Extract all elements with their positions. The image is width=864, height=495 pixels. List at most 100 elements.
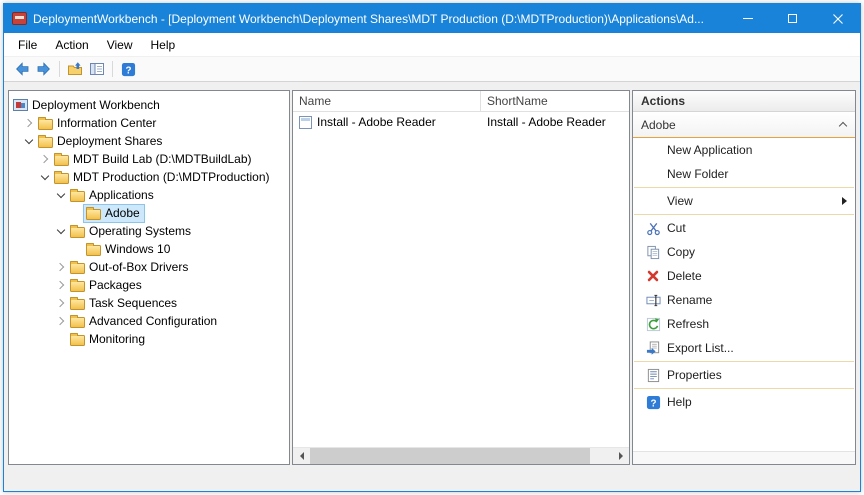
expand-expanded-icon[interactable]	[54, 186, 68, 204]
tree-item-information-center[interactable]: Information Center	[9, 114, 289, 132]
expand-expanded-icon[interactable]	[22, 132, 36, 150]
menu-help[interactable]: Help	[142, 35, 185, 55]
horizontal-scrollbar[interactable]	[293, 447, 629, 464]
folder-icon	[70, 335, 85, 346]
delete-icon	[645, 268, 661, 284]
actions-pane-title: Actions	[633, 91, 855, 112]
folder-icon	[54, 173, 69, 184]
tree-item-adobe[interactable]: Adobe	[9, 204, 289, 222]
scroll-left-icon	[300, 452, 304, 460]
expand-collapsed-icon[interactable]	[22, 114, 36, 132]
folder-icon	[70, 191, 85, 202]
folder-icon	[70, 263, 85, 274]
tree-item-label: MDT Build Lab (D:\MDTBuildLab)	[73, 152, 252, 166]
action-new-application[interactable]: New Application	[633, 138, 855, 162]
expand-collapsed-icon[interactable]	[54, 276, 68, 294]
actions-pane: Actions Adobe New Application New Folder…	[632, 90, 856, 465]
show-console-tree-button[interactable]	[86, 59, 108, 80]
svg-text:?: ?	[650, 398, 656, 409]
expand-expanded-icon[interactable]	[54, 222, 68, 240]
back-icon	[14, 61, 30, 77]
results-list-pane: Name ShortName Install - Adobe Reader In…	[292, 90, 630, 465]
action-cut[interactable]: Cut	[633, 216, 855, 240]
action-rename[interactable]: Rename	[633, 288, 855, 312]
tree-item-packages[interactable]: Packages	[9, 276, 289, 294]
actions-section-adobe[interactable]: Adobe	[633, 112, 855, 138]
folder-icon	[54, 155, 69, 166]
menu-view[interactable]: View	[98, 35, 142, 55]
tree-item-task-sequences[interactable]: Task Sequences	[9, 294, 289, 312]
tree-item-label: Out-of-Box Drivers	[89, 260, 188, 274]
expander-spacer	[54, 330, 68, 348]
selected-tree-item[interactable]: Adobe	[84, 205, 144, 222]
up-one-level-button[interactable]	[64, 59, 86, 80]
menu-file[interactable]: File	[9, 35, 46, 55]
action-copy[interactable]: Copy	[633, 240, 855, 264]
tree-item-out-of-box-drivers[interactable]: Out-of-Box Drivers	[9, 258, 289, 276]
tree-item-deployment-workbench[interactable]: Deployment Workbench	[9, 96, 289, 114]
maximize-icon	[788, 14, 797, 23]
export-list-icon	[645, 340, 661, 356]
action-export-list[interactable]: Export List...	[633, 336, 855, 360]
folder-icon	[70, 281, 85, 292]
expand-collapsed-icon[interactable]	[54, 294, 68, 312]
folder-icon	[86, 245, 101, 256]
tree-item-monitoring[interactable]: Monitoring	[9, 330, 289, 348]
action-icon-placeholder	[645, 166, 661, 182]
action-help[interactable]: ? Help	[633, 390, 855, 414]
close-icon	[833, 14, 843, 24]
show-console-tree-icon	[89, 61, 105, 77]
folder-icon	[70, 299, 85, 310]
tree-item-operating-systems[interactable]: Operating Systems	[9, 222, 289, 240]
expand-collapsed-icon[interactable]	[54, 258, 68, 276]
expand-expanded-icon[interactable]	[38, 168, 52, 186]
scrollbar-thumb[interactable]	[310, 448, 590, 464]
folder-icon	[70, 227, 85, 238]
forward-button[interactable]	[33, 59, 55, 80]
minimize-icon	[743, 18, 753, 19]
app-icon	[12, 12, 27, 25]
scroll-left-button[interactable]	[293, 448, 310, 464]
cut-icon	[645, 220, 661, 236]
rename-icon	[645, 292, 661, 308]
scroll-right-icon	[619, 452, 623, 460]
close-button[interactable]	[815, 4, 860, 33]
tree-item-advanced-configuration[interactable]: Advanced Configuration	[9, 312, 289, 330]
menu-action[interactable]: Action	[46, 35, 97, 55]
list-cell-name: Install - Adobe Reader	[317, 115, 436, 129]
action-delete[interactable]: Delete	[633, 264, 855, 288]
column-header-shortname[interactable]: ShortName	[481, 91, 629, 111]
tree-item-label: Advanced Configuration	[89, 314, 217, 328]
action-new-folder[interactable]: New Folder	[633, 162, 855, 186]
action-icon-placeholder	[645, 193, 661, 209]
action-view[interactable]: View	[633, 189, 855, 213]
tree-item-applications[interactable]: Applications	[9, 186, 289, 204]
tree-item-windows-10[interactable]: Windows 10	[9, 240, 289, 258]
list-cell-shortname: Install - Adobe Reader	[481, 112, 629, 132]
back-button[interactable]	[11, 59, 33, 80]
scroll-right-button[interactable]	[612, 448, 629, 464]
list-row-install-adobe-reader[interactable]: Install - Adobe Reader Install - Adobe R…	[293, 112, 629, 132]
tree-item-label: Information Center	[57, 116, 156, 130]
workspace: Deployment Workbench Information Center …	[4, 82, 860, 491]
column-header-name[interactable]: Name	[293, 91, 481, 111]
tree-item-deployment-shares[interactable]: Deployment Shares	[9, 132, 289, 150]
maximize-button[interactable]	[770, 4, 815, 33]
folder-icon	[86, 209, 101, 220]
action-refresh[interactable]: Refresh	[633, 312, 855, 336]
tree-item-mdt-build-lab[interactable]: MDT Build Lab (D:\MDTBuildLab)	[9, 150, 289, 168]
tree-item-label: Operating Systems	[89, 224, 191, 238]
chevron-up-icon[interactable]	[839, 122, 847, 130]
refresh-icon	[645, 316, 661, 332]
application-icon	[299, 116, 312, 129]
title-bar: DeploymentWorkbench - [Deployment Workbe…	[4, 4, 860, 33]
list-header: Name ShortName	[293, 91, 629, 112]
action-divider	[634, 361, 854, 362]
help-button[interactable]: ?	[117, 59, 139, 80]
expand-collapsed-icon[interactable]	[38, 150, 52, 168]
tree-item-mdt-production[interactable]: MDT Production (D:\MDTProduction)	[9, 168, 289, 186]
action-icon-placeholder	[645, 142, 661, 158]
minimize-button[interactable]	[725, 4, 770, 33]
expand-collapsed-icon[interactable]	[54, 312, 68, 330]
action-properties[interactable]: Properties	[633, 363, 855, 387]
